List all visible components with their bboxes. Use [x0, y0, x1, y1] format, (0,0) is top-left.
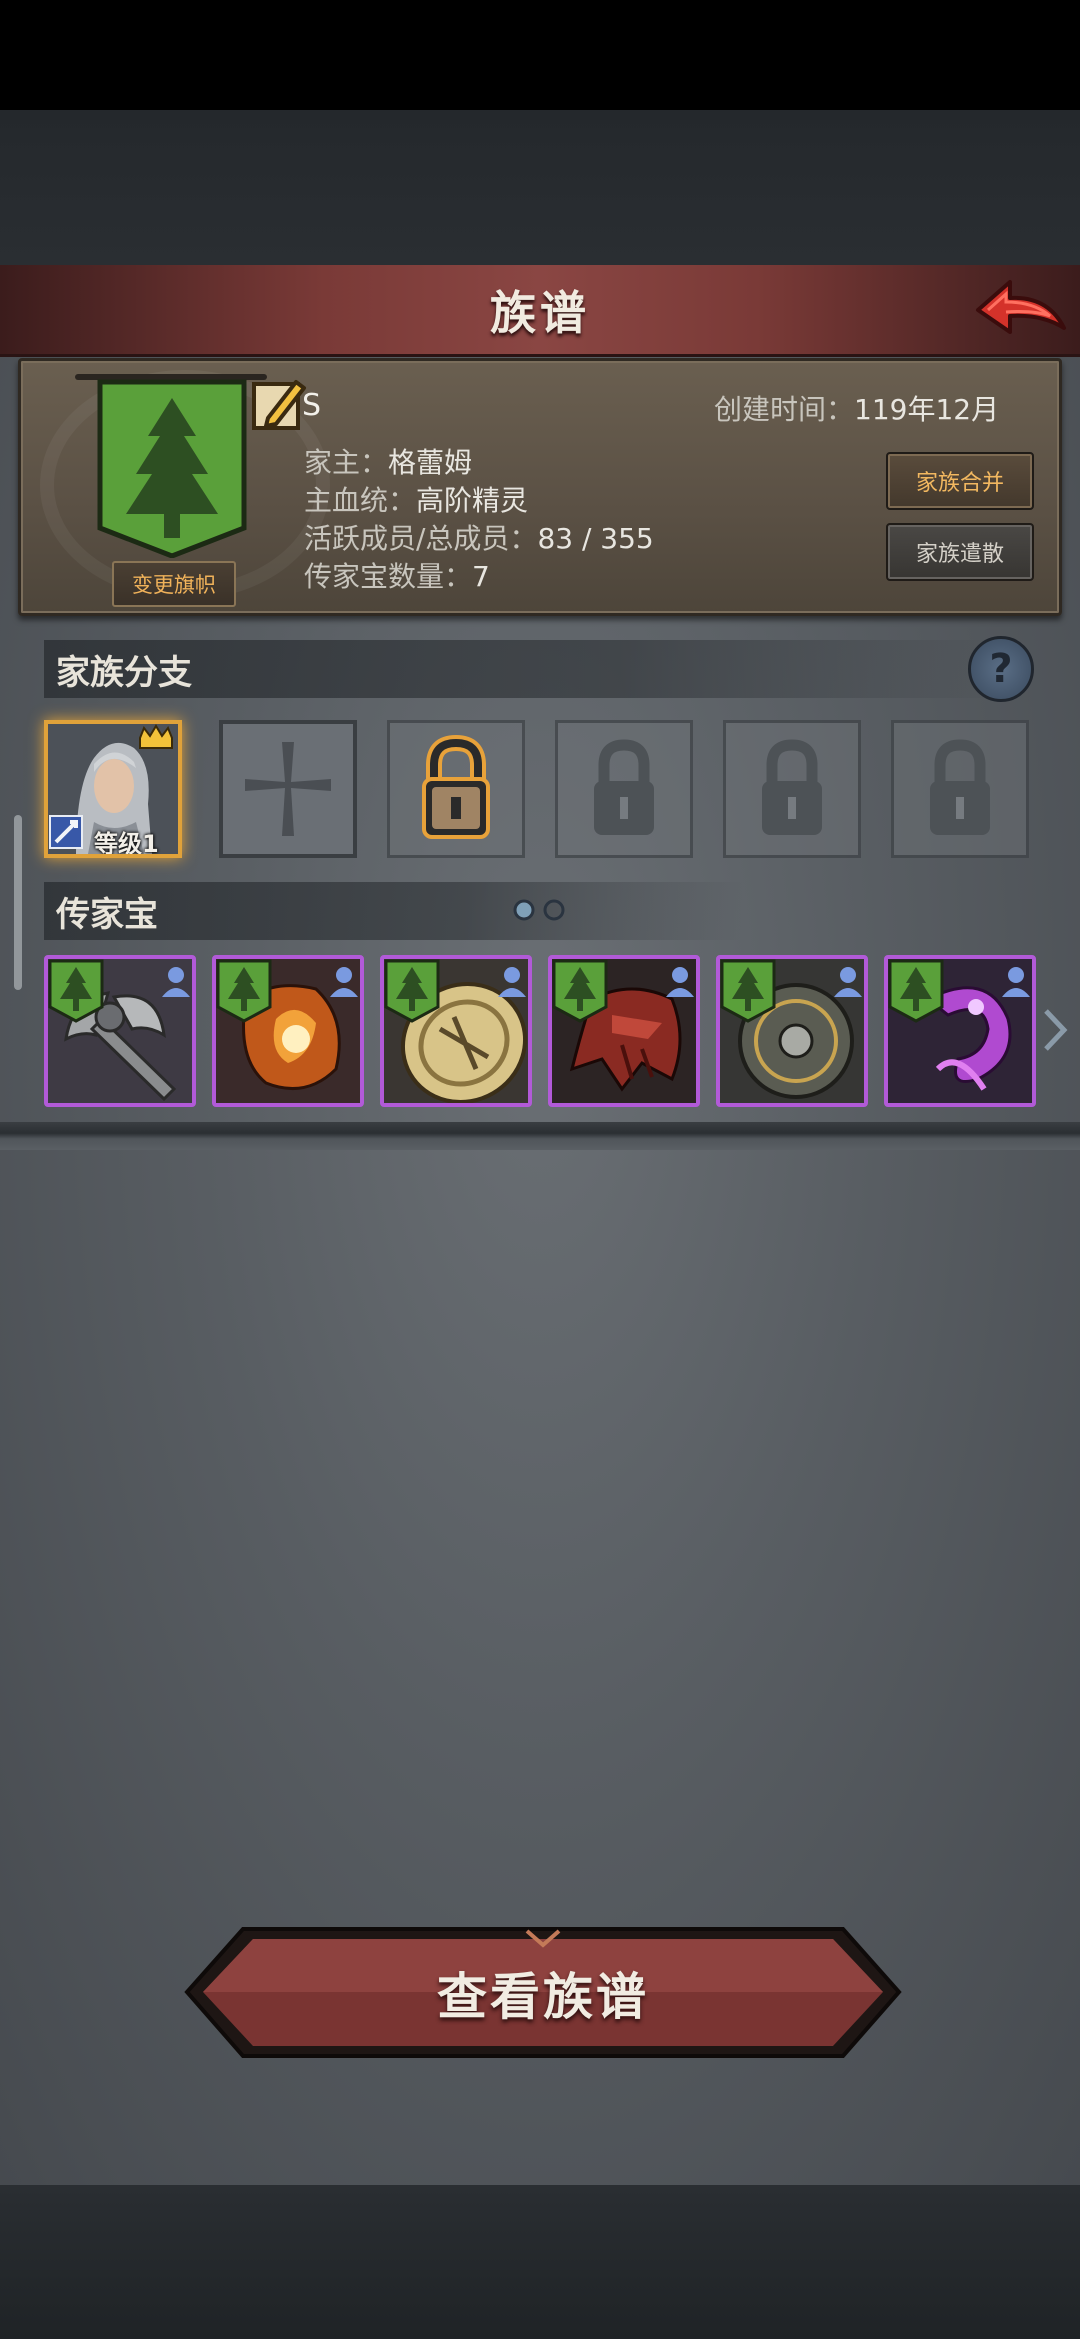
view-genealogy-button[interactable]: 查看族谱 — [183, 1925, 903, 2060]
heirloom-item[interactable] — [212, 955, 364, 1107]
help-button[interactable]: ? — [968, 636, 1034, 702]
gold-padlock-icon — [422, 734, 490, 839]
family-head-value: 格蕾姆 — [388, 446, 473, 479]
created-value: 119年12月 — [854, 393, 1000, 426]
edit-pencil-icon — [252, 380, 306, 430]
family-head-row: 家主：格蕾姆 — [304, 441, 472, 481]
branch-section-header: 家族分支 — [44, 640, 1004, 698]
branch-slot-member[interactable]: 等级1 — [44, 720, 182, 858]
bottom-background — [0, 2185, 1080, 2339]
cross-add-icon — [245, 742, 331, 836]
family-name: S — [302, 388, 322, 423]
heirloom-section-header: 传家宝 — [44, 882, 744, 940]
heirloom-item[interactable] — [548, 955, 700, 1107]
section-divider — [0, 1122, 1080, 1150]
members-label: 活跃成员/总成员： — [304, 522, 538, 555]
family-banner[interactable] — [96, 378, 248, 559]
members-row: 活跃成员/总成员：83 / 355 — [304, 517, 654, 557]
back-button[interactable] — [970, 270, 1070, 350]
view-genealogy-label: 查看族谱 — [437, 1967, 649, 2026]
heirloom-count-label: 传家宝数量： — [304, 560, 473, 593]
branch-slot-add[interactable] — [219, 720, 357, 858]
heirloom-item[interactable] — [380, 955, 532, 1107]
page-title: 族谱 — [490, 285, 590, 340]
created-time: 创建时间：119年12月 — [714, 388, 999, 428]
branch-slot-locked[interactable] — [555, 720, 693, 858]
pine-crest-icon — [888, 959, 1030, 1023]
branch-section-title: 家族分支 — [56, 652, 192, 693]
back-arrow-icon — [976, 280, 1066, 334]
title-bar: 族谱 — [0, 265, 1080, 357]
created-label: 创建时间： — [714, 393, 855, 426]
level-label: 等级1 — [94, 830, 159, 858]
heirloom-item[interactable] — [44, 955, 196, 1107]
family-merge-button[interactable]: 家族合并 — [886, 452, 1034, 510]
chevron-right-icon — [1044, 1009, 1068, 1051]
scrollbar[interactable] — [14, 815, 22, 990]
padlock-icon — [762, 739, 822, 835]
pine-crest-icon — [720, 959, 862, 1023]
status-bar-area — [0, 0, 1080, 110]
padlock-icon — [930, 739, 990, 835]
members-value: 83 / 355 — [537, 522, 654, 555]
branch-slot-unlockable[interactable] — [387, 720, 525, 858]
heirloom-count-row: 传家宝数量：7 — [304, 555, 490, 595]
heirloom-item[interactable] — [716, 955, 868, 1107]
bloodline-label: 主血统： — [304, 484, 417, 517]
pine-crest-icon — [384, 959, 526, 1023]
edit-name-button[interactable] — [248, 374, 310, 436]
pine-tree-banner-icon — [97, 379, 247, 559]
bloodline-value: 高阶精灵 — [416, 484, 529, 517]
help-icon: ? — [989, 646, 1013, 692]
top-background — [0, 110, 1080, 265]
branch-slot-locked[interactable] — [891, 720, 1029, 858]
heirloom-item[interactable] — [884, 955, 1036, 1107]
page-indicator — [510, 898, 570, 922]
family-head-label: 家主： — [304, 446, 389, 479]
heirloom-section-title: 传家宝 — [56, 894, 158, 935]
pine-crest-icon — [216, 959, 358, 1023]
branch-slot-locked[interactable] — [723, 720, 861, 858]
pine-crest-icon — [552, 959, 694, 1023]
heirloom-count-value: 7 — [472, 560, 490, 593]
change-banner-button[interactable]: 变更旗帜 — [112, 561, 236, 607]
padlock-icon — [594, 739, 654, 835]
bloodline-row: 主血统：高阶精灵 — [304, 479, 528, 519]
family-disband-button[interactable]: 家族遣散 — [886, 523, 1034, 581]
next-page-button[interactable] — [1040, 1005, 1070, 1055]
pine-crest-icon — [48, 959, 190, 1023]
